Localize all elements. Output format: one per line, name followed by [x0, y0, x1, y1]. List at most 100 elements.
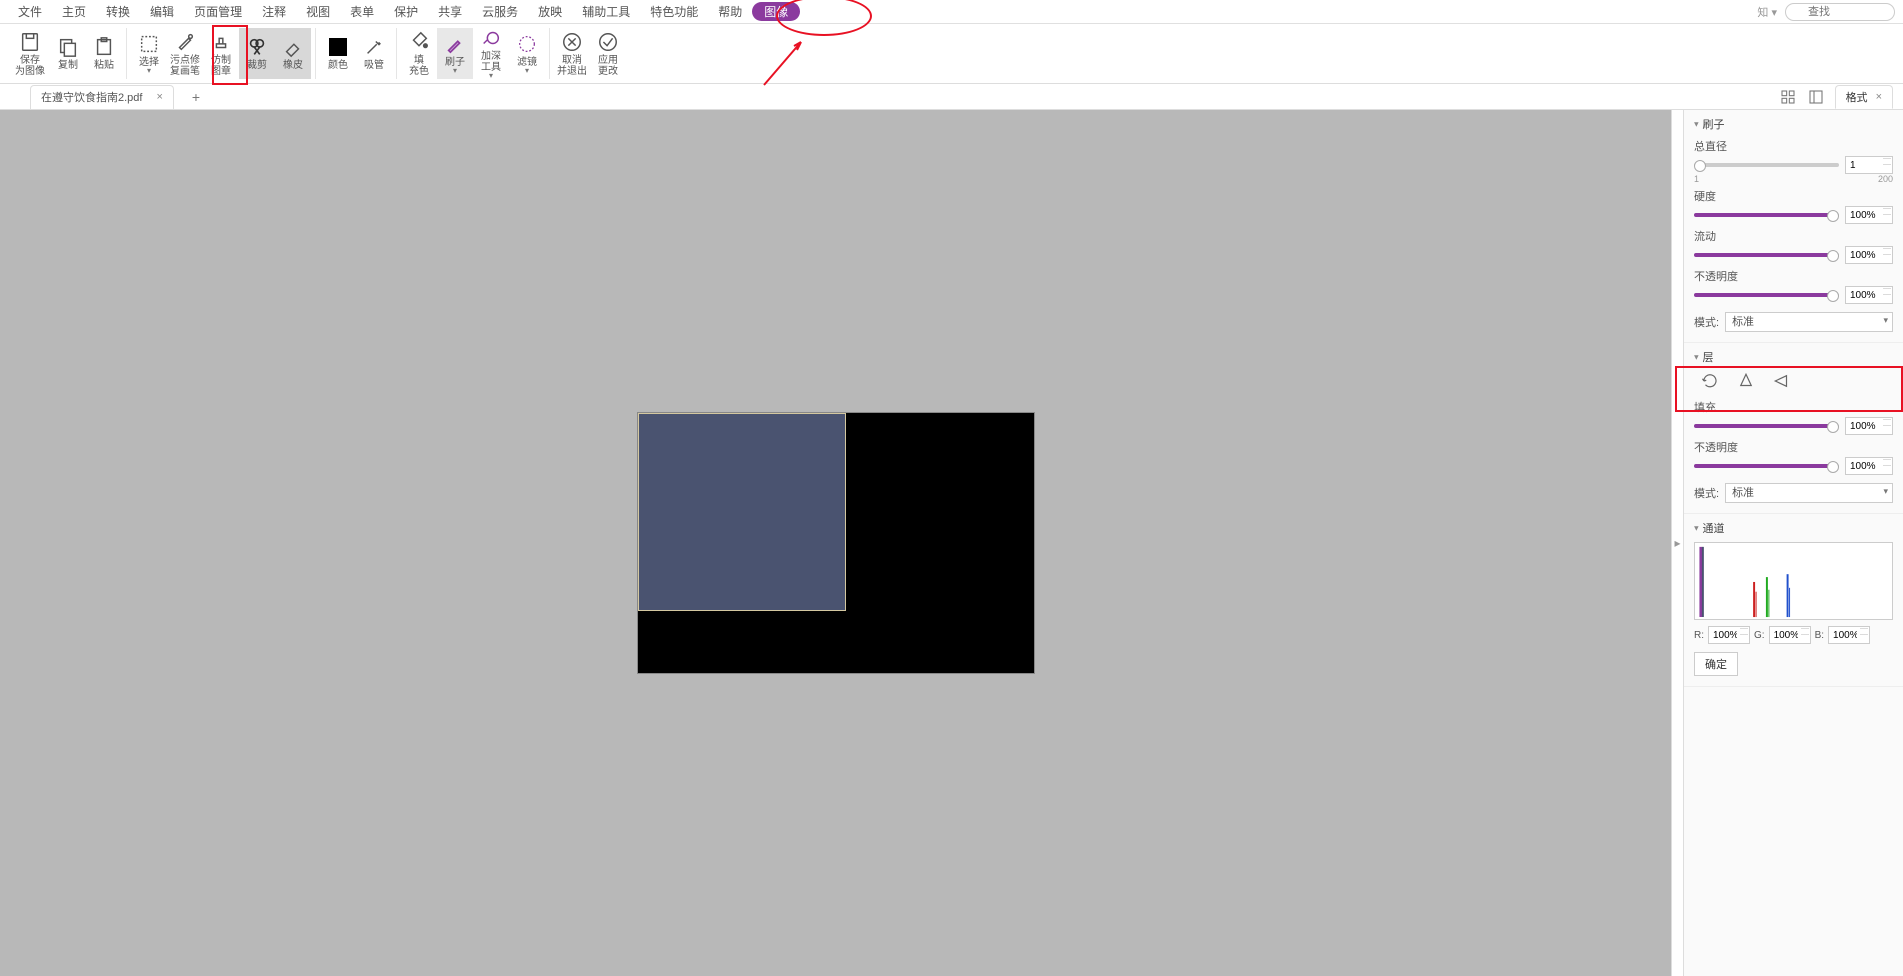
toolbar: 保存 为图像 复制 粘贴 选择▾ 污点修 复画笔 仿制 图章 裁剪 橡皮 颜色 …: [0, 24, 1903, 84]
tool-copy[interactable]: 复制: [50, 28, 86, 79]
confirm-button[interactable]: 确定: [1694, 652, 1738, 676]
tool-clone-stamp[interactable]: 仿制 图章: [203, 28, 239, 79]
layer-mode-select[interactable]: 标准: [1725, 483, 1893, 503]
menu-share[interactable]: 共享: [428, 3, 472, 20]
menu-protect[interactable]: 保护: [384, 3, 428, 20]
g-input[interactable]: [1769, 626, 1811, 644]
thumbnails-icon[interactable]: [1779, 88, 1797, 106]
menu-file[interactable]: 文件: [8, 3, 52, 20]
menu-page[interactable]: 页面管理: [184, 3, 252, 20]
tool-burn[interactable]: 加深 工具▾: [473, 28, 509, 79]
image-canvas[interactable]: [637, 412, 1035, 674]
flip-horizontal-icon[interactable]: [1772, 371, 1792, 391]
tool-eraser[interactable]: 橡皮: [275, 28, 311, 79]
fill-icon: [408, 31, 430, 53]
channel-section-header[interactable]: 通道: [1694, 520, 1893, 536]
tool-paste[interactable]: 粘贴: [86, 28, 122, 79]
menu-accessibility[interactable]: 辅助工具: [572, 3, 640, 20]
eyedropper-icon: [363, 36, 385, 58]
menu-bar: 文件 主页 转换 编辑 页面管理 注释 视图 表单 保护 共享 云服务 放映 辅…: [0, 0, 1903, 24]
zhi-dropdown[interactable]: 知 ▾: [1757, 4, 1777, 20]
tool-filter[interactable]: 滤镜▾: [509, 28, 545, 79]
select-icon: [138, 33, 160, 55]
menu-convert[interactable]: 转换: [96, 3, 140, 20]
layer-section-header[interactable]: 层: [1694, 349, 1893, 365]
b-input[interactable]: [1828, 626, 1870, 644]
new-tab-button[interactable]: +: [192, 89, 200, 105]
flow-label: 流动: [1694, 228, 1893, 244]
menu-comment[interactable]: 注释: [252, 3, 296, 20]
brush-section-header[interactable]: 刷子: [1694, 116, 1893, 132]
layer-opacity-label: 不透明度: [1694, 439, 1893, 455]
menu-cloud[interactable]: 云服务: [472, 3, 528, 20]
opacity-input[interactable]: [1845, 286, 1893, 304]
r-input[interactable]: [1708, 626, 1750, 644]
tool-color[interactable]: 颜色: [320, 28, 356, 79]
brush-painted-region: [638, 413, 846, 611]
flow-input[interactable]: [1845, 246, 1893, 264]
flip-vertical-icon[interactable]: [1736, 371, 1756, 391]
menu-form[interactable]: 表单: [340, 3, 384, 20]
menu-view[interactable]: 视图: [296, 3, 340, 20]
tool-spot-heal[interactable]: 污点修 复画笔: [167, 28, 203, 79]
rotate-icon[interactable]: [1700, 371, 1720, 391]
fill-input[interactable]: [1845, 417, 1893, 435]
file-tab-label: 在遵守饮食指南2.pdf: [41, 89, 142, 105]
menu-features[interactable]: 特色功能: [640, 3, 708, 20]
tool-apply[interactable]: 应用 更改: [590, 28, 626, 79]
paste-icon: [93, 36, 115, 58]
cancel-icon: [561, 31, 583, 53]
histogram: [1694, 542, 1893, 620]
opacity-label: 不透明度: [1694, 268, 1893, 284]
menu-slideshow[interactable]: 放映: [528, 3, 572, 20]
g-label: G:: [1754, 630, 1765, 641]
canvas-area[interactable]: [0, 110, 1671, 976]
flow-slider[interactable]: [1694, 253, 1839, 257]
menu-image[interactable]: 图像: [752, 2, 800, 21]
outline-icon[interactable]: [1807, 88, 1825, 106]
tool-crop[interactable]: 裁剪: [239, 28, 275, 79]
search-wrap: [1785, 3, 1895, 21]
save-image-icon: [19, 31, 41, 53]
r-label: R:: [1694, 630, 1704, 641]
tool-cancel-exit[interactable]: 取消 并退出: [554, 28, 590, 79]
search-input[interactable]: [1785, 3, 1895, 21]
fill-label: 填充: [1694, 399, 1893, 415]
menu-home[interactable]: 主页: [52, 3, 96, 20]
layer-opacity-slider[interactable]: [1694, 464, 1839, 468]
b-label: B:: [1815, 630, 1824, 641]
file-tab[interactable]: 在遵守饮食指南2.pdf ×: [30, 85, 174, 109]
burn-icon: [480, 27, 502, 49]
hardness-input[interactable]: [1845, 206, 1893, 224]
mode-label: 模式:: [1694, 314, 1719, 330]
clone-stamp-icon: [210, 31, 232, 53]
format-panel: 刷子 总直径 1200 硬度 流动: [1683, 110, 1903, 976]
layer-opacity-input[interactable]: [1845, 457, 1893, 475]
panel-collapse-handle[interactable]: ▸: [1671, 110, 1683, 976]
hardness-slider[interactable]: [1694, 213, 1839, 217]
color-icon: [327, 36, 349, 58]
crop-icon: [246, 36, 268, 58]
tool-select[interactable]: 选择▾: [131, 28, 167, 79]
brush-icon: [444, 33, 466, 55]
copy-icon: [57, 36, 79, 58]
tool-fill[interactable]: 填 充色: [401, 28, 437, 79]
diameter-slider[interactable]: [1694, 163, 1839, 167]
layer-mode-label: 模式:: [1694, 485, 1719, 501]
format-tab[interactable]: 格式 ×: [1835, 85, 1893, 109]
close-tab-icon[interactable]: ×: [156, 91, 162, 103]
diameter-label: 总直径: [1694, 138, 1893, 154]
close-format-icon[interactable]: ×: [1876, 91, 1882, 103]
opacity-slider[interactable]: [1694, 293, 1839, 297]
fill-slider[interactable]: [1694, 424, 1839, 428]
apply-icon: [597, 31, 619, 53]
tool-brush[interactable]: 刷子▾: [437, 28, 473, 79]
tool-eyedropper[interactable]: 吸管: [356, 28, 392, 79]
diameter-input[interactable]: [1845, 156, 1893, 174]
menu-edit[interactable]: 编辑: [140, 3, 184, 20]
tab-bar: 在遵守饮食指南2.pdf × + 格式 ×: [0, 84, 1903, 110]
mode-select[interactable]: 标准: [1725, 312, 1893, 332]
filter-icon: [516, 33, 538, 55]
tool-save-as-image[interactable]: 保存 为图像: [10, 28, 50, 79]
menu-help[interactable]: 帮助: [708, 3, 752, 20]
